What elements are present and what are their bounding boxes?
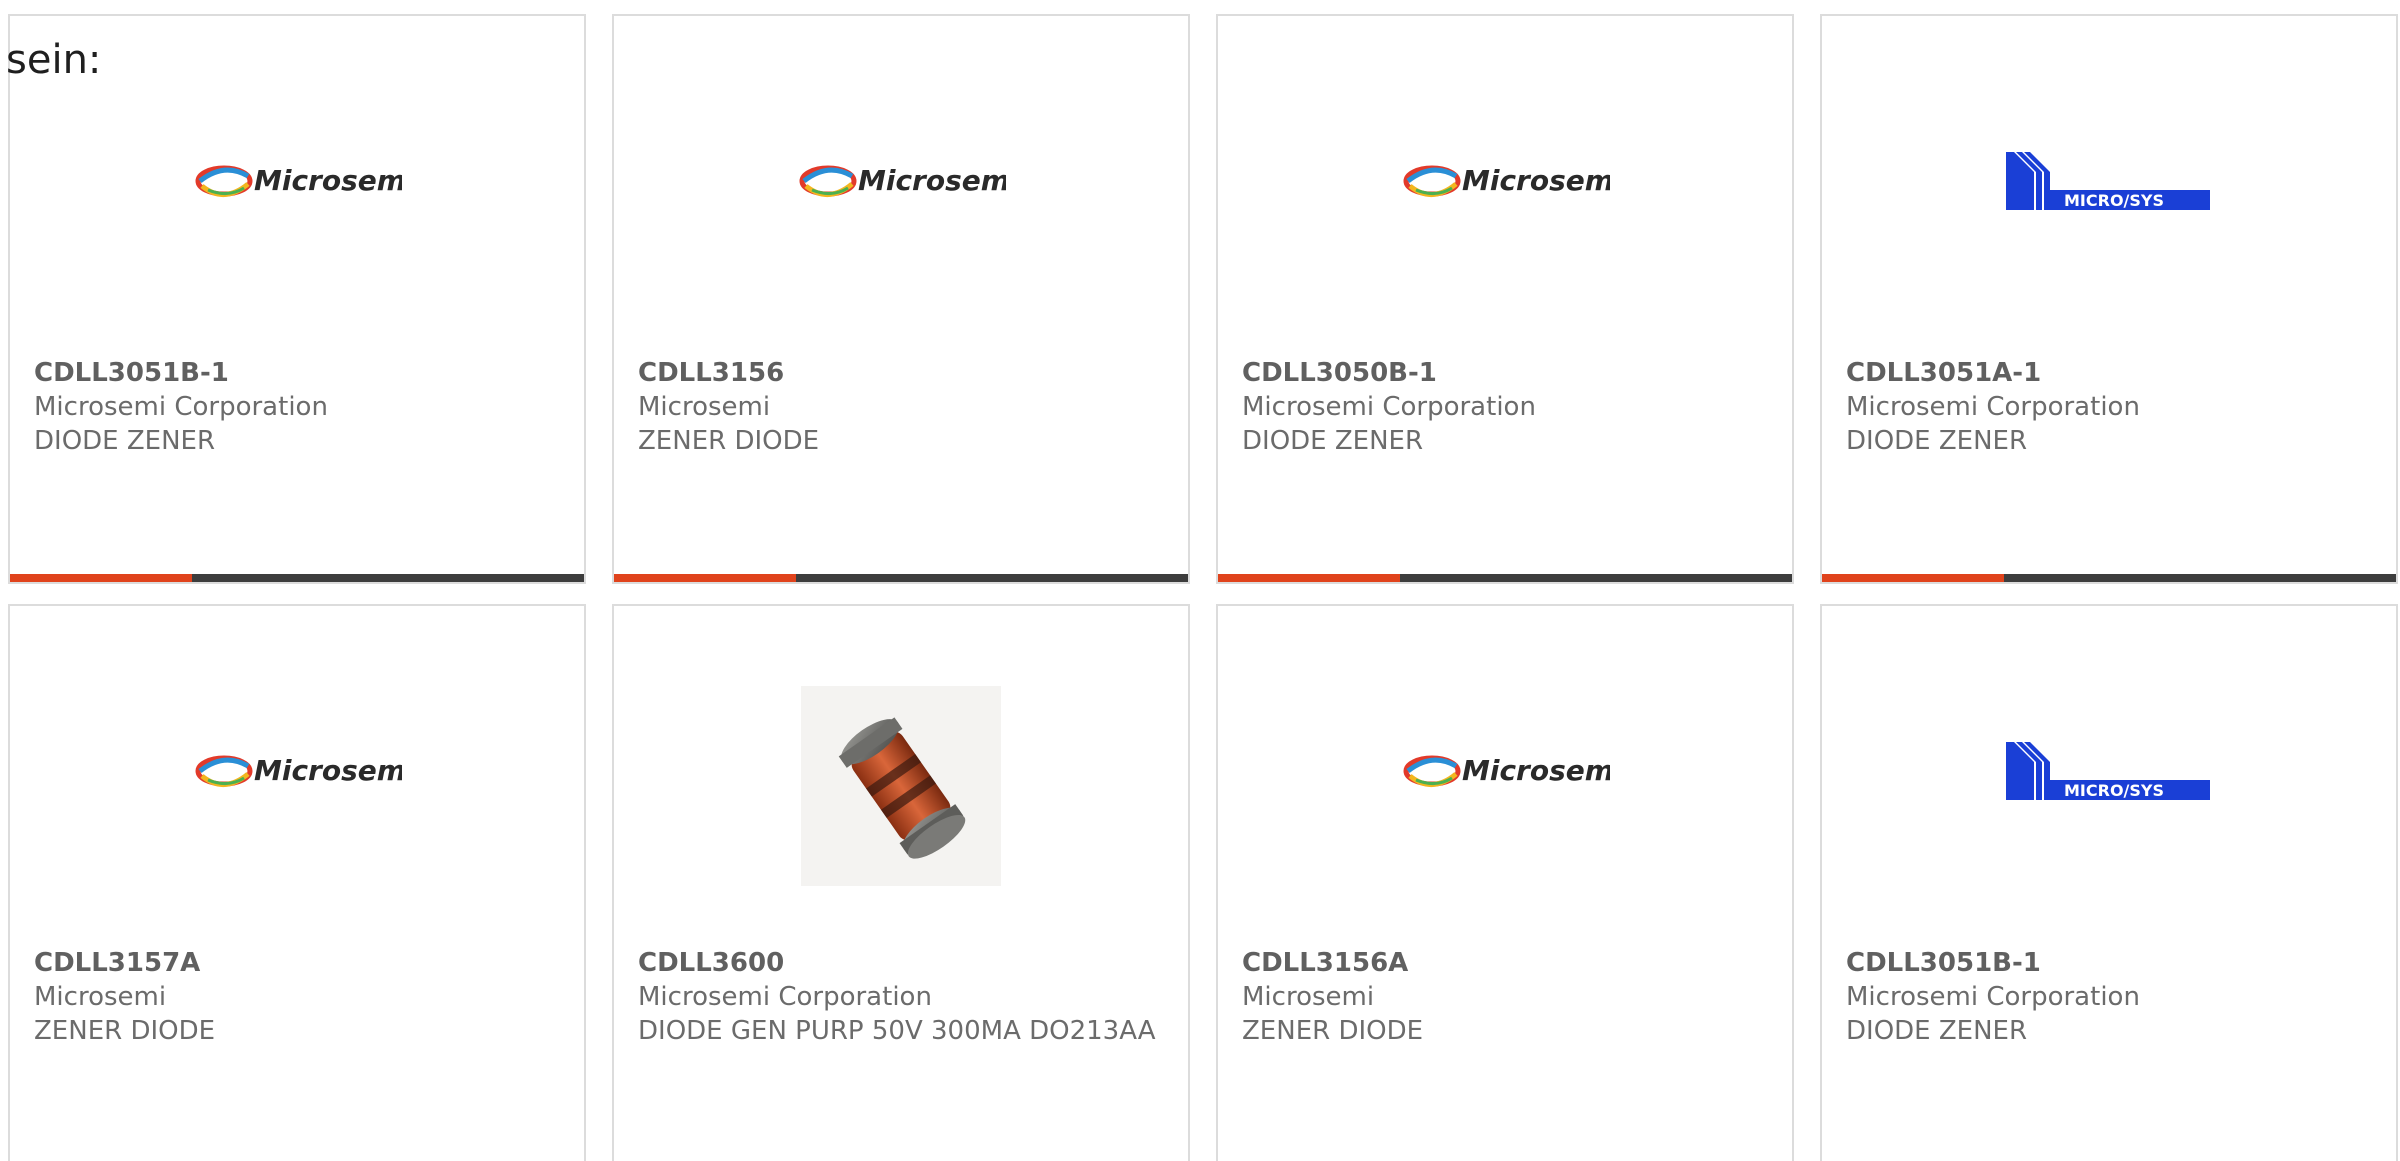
description: DIODE ZENER <box>1846 1016 2028 1046</box>
manufacturer: Microsemi Corporation <box>1846 982 2140 1012</box>
accent-bar <box>614 574 796 582</box>
description: ZENER DIODE <box>1242 1016 1424 1046</box>
description: DIODE ZENER <box>34 426 216 456</box>
description: DIODE ZENER <box>1846 426 2028 456</box>
part-number[interactable]: CDLL3050B-1 <box>1242 356 1768 390</box>
manufacturer: Microsemi Corporation <box>1846 392 2140 422</box>
manufacturer: Microsemi <box>34 982 167 1012</box>
manufacturer: Microsemi Corporation <box>1242 392 1536 422</box>
product-image: Microsemi <box>1218 16 1792 346</box>
intro-text: sein: <box>6 37 102 83</box>
dark-bar <box>192 574 584 582</box>
product-card[interactable]: Microsemi CDLL3156A Microsemi ZENER DIOD… <box>1216 604 1794 1161</box>
svg-text:Microsemi: Microsemi <box>858 164 1006 197</box>
product-info: CDLL3051B-1 Microsemi Corporation DIODE … <box>1846 946 2372 1048</box>
dark-bar <box>796 574 1188 582</box>
accent-bar <box>1218 574 1400 582</box>
product-results-page: sein: Microsemi CDLL3051B-1 Microsemi Co… <box>0 0 2400 1161</box>
product-image: MICRO/SYS <box>1822 16 2396 346</box>
part-number[interactable]: CDLL3051B-1 <box>1846 946 2372 980</box>
part-number[interactable]: CDLL3051B-1 <box>34 356 560 390</box>
svg-text:Microsemi: Microsemi <box>254 164 402 197</box>
product-info: CDLL3156A Microsemi ZENER DIODE <box>1242 946 1768 1048</box>
product-info: CDLL3051B-1 Microsemi Corporation DIODE … <box>34 356 560 458</box>
card-bottom-bar <box>1822 574 2396 582</box>
manufacturer: Microsemi Corporation <box>34 392 328 422</box>
description: DIODE ZENER <box>1242 426 1424 456</box>
product-card[interactable]: Microsemi CDLL3050B-1 Microsemi Corporat… <box>1216 14 1794 584</box>
card-bottom-bar <box>1218 574 1792 582</box>
product-image: Microsemi <box>614 16 1188 346</box>
product-info: CDLL3156 Microsemi ZENER DIODE <box>638 356 1164 458</box>
product-image <box>614 606 1188 936</box>
microsemi-logo-icon: Microsemi <box>799 164 1006 197</box>
description: ZENER DIODE <box>638 426 820 456</box>
product-info: CDLL3157A Microsemi ZENER DIODE <box>34 946 560 1048</box>
description: ZENER DIODE <box>34 1016 216 1046</box>
product-card[interactable]: Microsemi CDLL3157A Microsemi ZENER DIOD… <box>8 604 586 1161</box>
manufacturer: Microsemi <box>1242 982 1375 1012</box>
product-image: Microsemi <box>10 606 584 936</box>
description: DIODE GEN PURP 50V 300MA DO213AA <box>638 1016 1156 1046</box>
microsemi-logo-icon: Microsemi <box>195 164 402 197</box>
svg-text:Microsemi: Microsemi <box>1462 164 1610 197</box>
microsemi-logo-icon: Microsemi <box>195 754 402 787</box>
product-image: Microsemi <box>1218 606 1792 936</box>
svg-text:MICRO/SYS: MICRO/SYS <box>2064 191 2164 210</box>
microsys-logo-icon: MICRO/SYS <box>2006 742 2210 800</box>
product-image: MICRO/SYS <box>1822 606 2396 936</box>
microsemi-logo-icon: Microsemi <box>1403 754 1610 787</box>
product-card[interactable]: Microsemi CDLL3156 Microsemi ZENER DIODE <box>612 14 1190 584</box>
card-bottom-bar <box>614 574 1188 582</box>
svg-text:Microsemi: Microsemi <box>254 754 402 787</box>
part-number[interactable]: CDLL3157A <box>34 946 560 980</box>
product-info: CDLL3600 Microsemi Corporation DIODE GEN… <box>638 946 1164 1048</box>
product-card[interactable]: CDLL3600 Microsemi Corporation DIODE GEN… <box>612 604 1190 1161</box>
manufacturer: Microsemi Corporation <box>638 982 932 1012</box>
product-grid: Microsemi CDLL3051B-1 Microsemi Corporat… <box>8 14 2398 1161</box>
microsys-logo-icon: MICRO/SYS <box>2006 152 2210 210</box>
part-number[interactable]: CDLL3156A <box>1242 946 1768 980</box>
svg-text:MICRO/SYS: MICRO/SYS <box>2064 781 2164 800</box>
part-number[interactable]: CDLL3156 <box>638 356 1164 390</box>
diode-photo <box>801 686 1001 886</box>
dark-bar <box>2004 574 2396 582</box>
card-bottom-bar <box>10 574 584 582</box>
part-number[interactable]: CDLL3600 <box>638 946 1164 980</box>
accent-bar <box>10 574 192 582</box>
accent-bar <box>1822 574 2004 582</box>
svg-text:Microsemi: Microsemi <box>1462 754 1610 787</box>
microsemi-logo-icon: Microsemi <box>1403 164 1610 197</box>
part-number[interactable]: CDLL3051A-1 <box>1846 356 2372 390</box>
product-card[interactable]: MICRO/SYS CDLL3051A-1 Microsemi Corporat… <box>1820 14 2398 584</box>
diode-icon <box>838 717 966 859</box>
product-info: CDLL3051A-1 Microsemi Corporation DIODE … <box>1846 356 2372 458</box>
product-card[interactable]: MICRO/SYS CDLL3051B-1 Microsemi Corporat… <box>1820 604 2398 1161</box>
manufacturer: Microsemi <box>638 392 771 422</box>
product-card[interactable]: Microsemi CDLL3051B-1 Microsemi Corporat… <box>8 14 586 584</box>
dark-bar <box>1400 574 1792 582</box>
product-info: CDLL3050B-1 Microsemi Corporation DIODE … <box>1242 356 1768 458</box>
